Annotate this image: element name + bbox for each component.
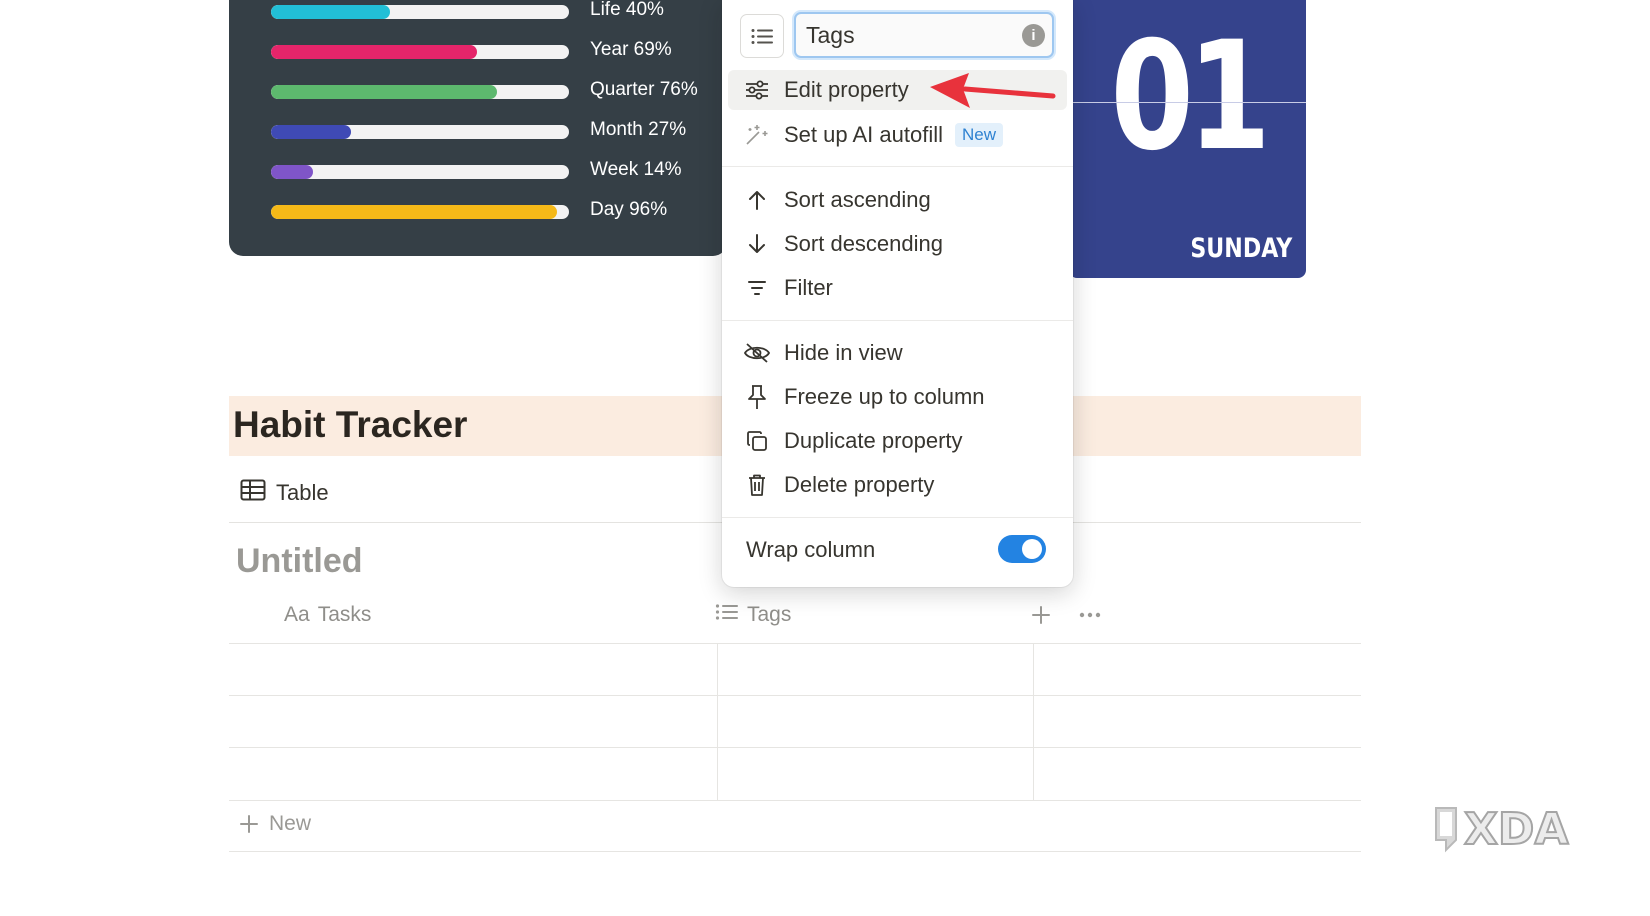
progress-fill <box>271 205 558 219</box>
menu-item-label: Duplicate property <box>784 428 963 453</box>
new-badge: New <box>955 123 1004 147</box>
duplicate-icon <box>740 430 774 452</box>
menu-item-label: Delete property <box>784 472 935 497</box>
menu-item-label: Freeze up to column <box>784 384 985 409</box>
table-icon <box>240 479 266 507</box>
column-divider <box>717 643 718 801</box>
progress-fill <box>271 45 477 59</box>
column-label: Tasks <box>317 603 372 626</box>
progress-bar <box>271 45 569 59</box>
menu-item-sort-ascending[interactable]: Sort ascending <box>728 180 1067 220</box>
progress-bar <box>271 125 569 139</box>
trash-icon <box>740 473 774 497</box>
arrow-up-icon <box>740 189 774 211</box>
progress-fill <box>271 85 498 99</box>
progress-row: Year 69% <box>271 37 727 67</box>
list-icon <box>715 603 739 627</box>
annotation-arrow-icon <box>930 73 1056 108</box>
calendar-date: 01 <box>1110 10 1271 184</box>
wrap-column-label: Wrap column <box>746 537 876 562</box>
table-row[interactable] <box>229 800 1361 801</box>
menu-item-duplicate-property[interactable]: Duplicate property <box>728 421 1067 461</box>
add-column-button[interactable] <box>1030 604 1052 631</box>
progress-label: Quarter 76% <box>590 79 698 100</box>
progress-label: Day 96% <box>590 199 668 220</box>
menu-item-label: Set up AI autofill <box>784 122 943 147</box>
calendar-day: SUNDAY <box>1190 233 1292 264</box>
text-type-icon: Aa <box>284 603 310 626</box>
calendar-widget: 01 SUNDAY <box>1069 0 1306 278</box>
progress-label: Month 27% <box>590 119 687 140</box>
pin-icon <box>740 384 774 410</box>
property-type-button[interactable] <box>740 14 784 58</box>
progress-bar <box>271 85 569 99</box>
divider <box>229 851 1361 852</box>
progress-label: Life 40% <box>590 0 664 20</box>
filter-icon <box>740 279 774 297</box>
database-title[interactable]: Untitled <box>236 542 363 581</box>
column-label: Tags <box>747 603 792 626</box>
progress-fill <box>271 165 313 179</box>
column-header-tasks[interactable]: Aa Tasks <box>284 600 371 630</box>
table-header-line <box>229 643 1361 644</box>
column-header-tags[interactable]: Tags <box>715 600 791 630</box>
menu-item-ai-autofill[interactable]: Set up AI autofill New <box>728 115 1067 155</box>
menu-item-label: Filter <box>784 275 833 300</box>
page-title: Habit Tracker <box>233 404 468 445</box>
plus-icon <box>1032 606 1050 624</box>
menu-item-hide-in-view[interactable]: Hide in view <box>728 333 1067 373</box>
menu-item-sort-descending[interactable]: Sort descending <box>728 224 1067 264</box>
menu-separator <box>722 320 1073 321</box>
menu-item-label: Edit property <box>784 77 909 102</box>
menu-item-label: Sort descending <box>784 231 943 256</box>
progress-bar <box>271 165 569 179</box>
sparkle-icon <box>740 124 774 146</box>
arrow-down-icon <box>740 233 774 255</box>
list-icon <box>751 28 773 44</box>
menu-item-freeze-column[interactable]: Freeze up to column <box>728 377 1067 417</box>
menu-item-label: Sort ascending <box>784 187 931 212</box>
progress-label: Week 14% <box>590 159 682 180</box>
new-row-button[interactable]: New <box>239 812 311 836</box>
table-row[interactable] <box>229 695 1361 696</box>
plus-icon <box>240 815 258 833</box>
sliders-icon <box>740 80 774 100</box>
toggle-knob <box>1022 539 1042 559</box>
progress-row: Month 27% <box>271 117 727 147</box>
menu-item-delete-property[interactable]: Delete property <box>728 465 1067 505</box>
view-tab-table[interactable]: Table <box>240 478 329 508</box>
menu-separator <box>722 517 1073 518</box>
menu-item-filter[interactable]: Filter <box>728 268 1067 308</box>
menu-item-label: Hide in view <box>784 340 903 365</box>
property-name-input[interactable] <box>794 12 1054 58</box>
column-options-button[interactable] <box>1078 604 1102 631</box>
info-icon[interactable]: i <box>1022 24 1045 47</box>
menu-separator <box>722 166 1073 167</box>
progress-fill <box>271 125 352 139</box>
progress-widget: Life 40% Year 69% Quarter 76% Month 27% Week… <box>229 0 727 256</box>
progress-row: Day 96% <box>271 197 727 227</box>
progress-bar <box>271 205 569 219</box>
wrap-column-toggle[interactable] <box>998 535 1046 563</box>
table-row[interactable] <box>229 747 1361 748</box>
progress-row: Life 40% <box>271 0 727 27</box>
progress-fill <box>271 5 391 19</box>
eye-slash-icon <box>740 342 774 364</box>
progress-row: Week 14% <box>271 157 727 187</box>
progress-row: Quarter 76% <box>271 77 727 107</box>
more-icon <box>1079 612 1101 618</box>
progress-bar <box>271 5 569 19</box>
watermark-text: XDA <box>1464 804 1569 855</box>
new-row-label: New <box>269 812 312 835</box>
progress-label: Year 69% <box>590 39 672 60</box>
view-tab-label: Table <box>276 480 329 505</box>
calendar-fold-line <box>1069 102 1306 103</box>
column-divider <box>1033 643 1034 801</box>
xda-logo: XDA <box>1435 803 1570 856</box>
